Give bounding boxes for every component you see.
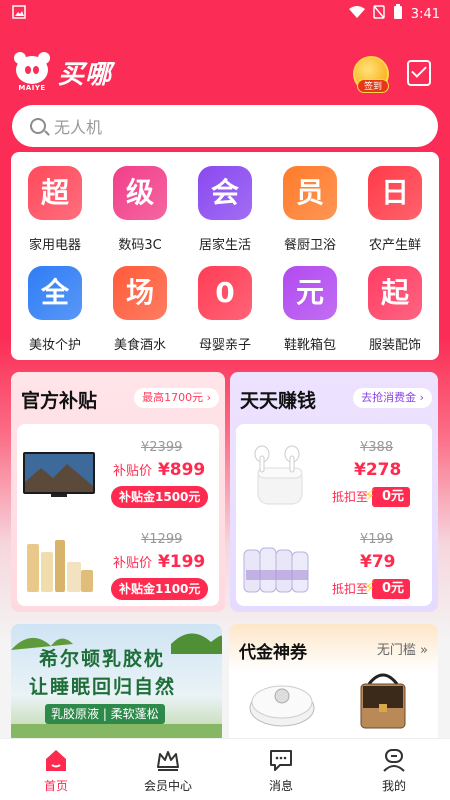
category-label: 数码3C xyxy=(118,238,162,253)
earn-price: ¥278 xyxy=(354,460,402,480)
category-icon: 起 xyxy=(368,266,422,320)
voucher-subtitle[interactable]: 无门槛 » xyxy=(377,639,428,658)
deduct-badge: 抵扣至 ⚡ 0元 xyxy=(332,578,411,600)
logo-mascot-icon: MAIYE xyxy=(12,52,52,92)
old-price: ¥2399 xyxy=(141,440,183,455)
tab-label: 消息 xyxy=(268,779,293,793)
signin-label: 签到 xyxy=(357,79,389,93)
old-price: ¥199 xyxy=(360,532,394,547)
subsidy-product-list: ¥2399 补贴价 ¥899 补贴金1500元 ¥1299 补贴价 ¥199 补… xyxy=(17,424,219,606)
category-label: 餐厨卫浴 xyxy=(283,238,336,253)
tab-member-center[interactable]: 会员中心 xyxy=(112,739,224,800)
app-header: MAIYE 买哪 签到 xyxy=(0,46,450,102)
voucher-card[interactable]: 代金神券 无门槛 » xyxy=(229,624,438,744)
wifi-icon xyxy=(348,5,365,23)
category-icon: 元 xyxy=(283,266,337,320)
search-icon xyxy=(30,118,46,134)
status-time: 3:41 xyxy=(410,6,440,22)
app-name: 买哪 xyxy=(58,59,113,90)
category-label: 母婴亲子 xyxy=(198,338,251,353)
bottom-tab-bar: 首页 会员中心 消息 我的 xyxy=(0,738,450,800)
category-item[interactable]: 起服装配饰 xyxy=(353,252,437,353)
category-icon: 0 xyxy=(198,266,252,320)
subsidy-tag[interactable]: 最高1700元 › xyxy=(134,388,219,408)
category-icon: 全 xyxy=(28,266,82,320)
chat-bubble-icon xyxy=(268,747,294,773)
crown-icon xyxy=(155,747,181,773)
subsidy-amount-badge: 补贴金1100元 xyxy=(111,578,209,600)
tab-home[interactable]: 首页 xyxy=(0,739,112,800)
earn-tag[interactable]: 去抢消费金 › xyxy=(353,388,432,408)
category-label: 居家生活 xyxy=(198,238,251,253)
no-sim-icon xyxy=(373,5,385,23)
earbuds-product-image xyxy=(240,434,316,510)
earn-title: 天天赚钱 xyxy=(240,390,317,412)
search-input[interactable]: 无人机 xyxy=(12,105,438,147)
earn-product-list: ¥388 ¥278 抵扣至 ⚡ 0元 ¥199 ¥79 抵扣至 ⚡ 0元 xyxy=(236,424,432,606)
subsidy-card[interactable]: 官方补贴 最高1700元 › ¥2399 补贴价 ¥899 补贴金1500元 ¥… xyxy=(11,372,225,612)
voucher-title: 代金神券 xyxy=(239,643,307,663)
tab-profile[interactable]: 我的 xyxy=(338,739,450,800)
logo-sub-text: MAIYE xyxy=(18,84,46,92)
category-item[interactable]: 全美妆个护 xyxy=(13,252,97,353)
tab-label: 我的 xyxy=(381,779,406,793)
category-item[interactable]: 0 母婴亲子 xyxy=(183,252,267,353)
category-item[interactable]: 超家用电器 xyxy=(13,152,97,253)
old-price: ¥388 xyxy=(360,440,394,455)
detergent-product-image xyxy=(240,526,316,602)
signin-button[interactable]: 签到 xyxy=(353,56,389,93)
subsidy-title: 官方补贴 xyxy=(21,390,98,412)
category-icon: 超 xyxy=(28,166,82,220)
subsidy-price: 补贴价 ¥899 xyxy=(113,460,206,480)
category-label: 美妆个护 xyxy=(28,338,81,353)
deduct-badge: 抵扣至 ⚡ 0元 xyxy=(332,486,411,508)
tab-label: 会员中心 xyxy=(143,779,192,793)
category-item[interactable]: 员餐厨卫浴 xyxy=(268,152,352,253)
category-icon: 级 xyxy=(113,166,167,220)
category-icon: 员 xyxy=(283,166,337,220)
banner-title: 希尔顿乳胶枕 xyxy=(39,648,166,670)
robot-vacuum-image xyxy=(249,685,315,727)
status-bar: 3:41 xyxy=(0,0,450,24)
category-item[interactable]: 场美食酒水 xyxy=(98,252,182,353)
pillow-ad-banner[interactable]: 希尔顿乳胶枕 让睡眠回归自然 乳胶原液 | 柔软蓬松 xyxy=(11,624,222,744)
gallery-notification-icon xyxy=(12,5,26,23)
category-item[interactable]: 日农产生鲜 xyxy=(353,152,437,253)
category-label: 美食酒水 xyxy=(113,338,166,353)
profile-icon xyxy=(381,747,407,773)
category-icon: 日 xyxy=(368,166,422,220)
search-placeholder: 无人机 xyxy=(54,118,103,137)
old-price: ¥1299 xyxy=(141,532,183,547)
category-icon: 会 xyxy=(198,166,252,220)
home-icon xyxy=(43,747,69,773)
category-item[interactable]: 会居家生活 xyxy=(183,152,267,253)
earn-money-card[interactable]: 天天赚钱 去抢消费金 › ¥388 ¥278 抵扣至 ⚡ 0元 ¥199 ¥79… xyxy=(230,372,438,612)
category-label: 家用电器 xyxy=(28,238,81,253)
earn-product[interactable]: ¥199 ¥79 抵扣至 ⚡ 0元 xyxy=(236,520,432,608)
category-icon: 场 xyxy=(113,266,167,320)
subsidy-price: 补贴价 ¥199 xyxy=(113,552,206,572)
category-item[interactable]: 元鞋靴箱包 xyxy=(268,252,352,353)
battery-icon xyxy=(393,4,403,24)
cosmetics-product-image xyxy=(21,526,97,602)
tab-messages[interactable]: 消息 xyxy=(225,739,337,800)
tab-label: 首页 xyxy=(43,779,68,793)
category-item[interactable]: 级数码3C xyxy=(98,152,182,253)
app-logo: MAIYE 买哪 xyxy=(12,52,112,92)
tv-product-image xyxy=(21,434,97,510)
category-label: 服装配饰 xyxy=(368,338,421,353)
subsidy-product[interactable]: ¥1299 补贴价 ¥199 补贴金1100元 xyxy=(17,520,219,608)
earn-price: ¥79 xyxy=(360,552,396,572)
subsidy-product[interactable]: ¥2399 补贴价 ¥899 补贴金1500元 xyxy=(17,428,219,516)
category-label: 农产生鲜 xyxy=(368,238,421,253)
banner-subtitle: 让睡眠回归自然 xyxy=(29,676,177,698)
category-grid: 超家用电器级数码3C 会居家生活员餐厨卫浴日农产生鲜全美妆个护场美食酒水 0 母婴亲子… xyxy=(11,152,439,360)
envelope-icon[interactable] xyxy=(407,60,431,86)
banner-ribbon: 乳胶原液 | 柔软蓬松 xyxy=(45,704,165,724)
subsidy-amount-badge: 补贴金1500元 xyxy=(111,486,209,508)
category-label: 鞋靴箱包 xyxy=(283,338,336,353)
earn-product[interactable]: ¥388 ¥278 抵扣至 ⚡ 0元 xyxy=(236,428,432,516)
handbag-image xyxy=(360,673,406,729)
